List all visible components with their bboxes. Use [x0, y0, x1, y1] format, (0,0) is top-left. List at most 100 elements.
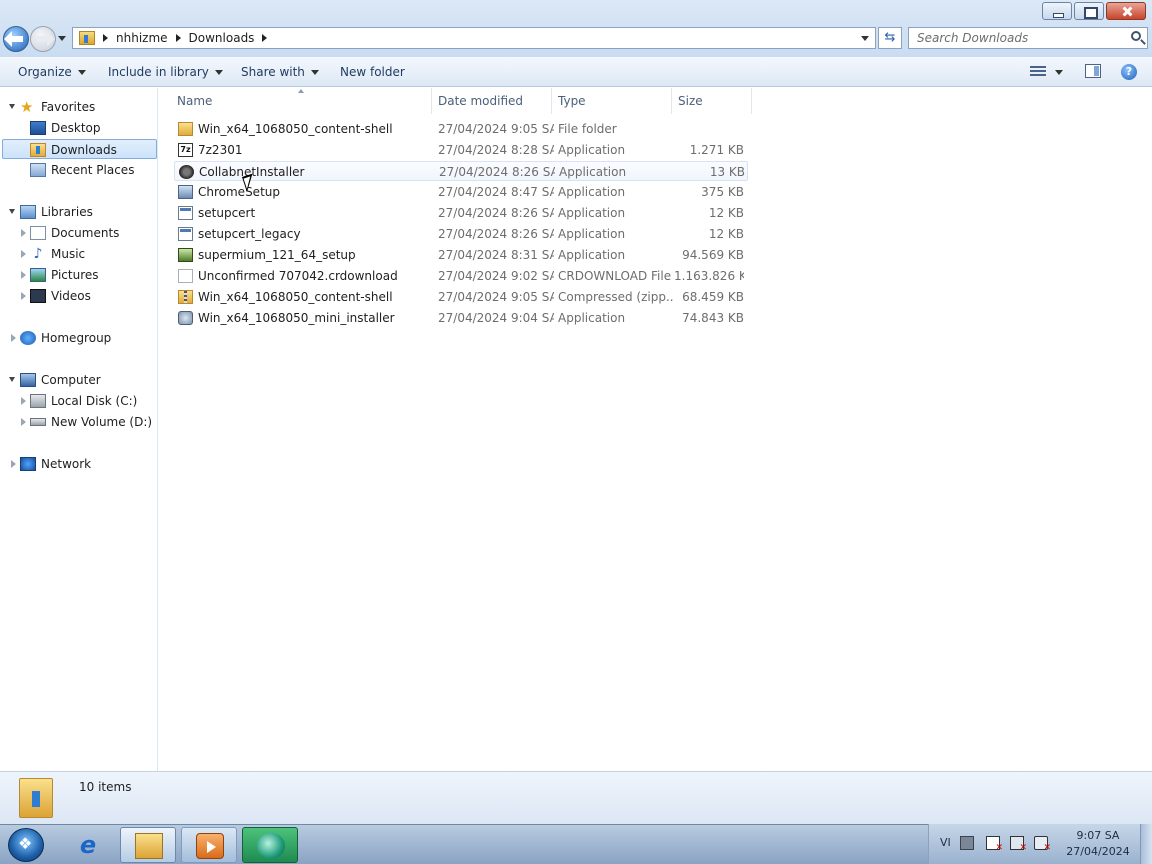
file-date: 27/04/2024 8:26 SA — [439, 165, 555, 179]
nav-pictures[interactable]: Pictures — [30, 265, 150, 285]
expand-music-icon[interactable] — [21, 250, 26, 258]
blank-file-icon — [178, 269, 193, 283]
nav-new-volume[interactable]: New Volume (D:) — [30, 412, 155, 432]
change-view-icon[interactable] — [1030, 66, 1046, 78]
nav-network[interactable]: Network — [20, 454, 150, 474]
file-size: 375 KB — [701, 185, 744, 199]
expand-pictures-icon[interactable] — [21, 271, 26, 279]
breadcrumb-chevron-icon[interactable] — [262, 34, 268, 42]
file-date: 27/04/2024 8:47 SA — [438, 185, 554, 199]
organize-button[interactable]: Organize — [18, 65, 86, 79]
chevron-down-icon — [77, 70, 86, 75]
breadcrumb-chevron-icon[interactable] — [103, 34, 108, 42]
taskbar-windows-explorer[interactable] — [120, 827, 176, 863]
expand-libraries-icon[interactable] — [9, 209, 15, 214]
network-status-icon[interactable] — [1010, 836, 1027, 853]
column-header-name[interactable]: Name — [159, 88, 432, 114]
volume-muted-icon[interactable] — [1034, 836, 1051, 853]
file-row[interactable]: setupcert 27/04/2024 8:26 SA Application… — [174, 203, 748, 223]
windows-explorer-icon — [135, 833, 163, 859]
file-row[interactable]: Win_x64_1068050_mini_installer 27/04/202… — [174, 308, 748, 328]
file-type: Application — [558, 206, 626, 220]
preview-pane-icon[interactable] — [1085, 64, 1101, 78]
column-size-label: Size — [678, 94, 703, 108]
folder-icon — [178, 122, 193, 136]
internet-explorer-icon: e — [79, 831, 97, 859]
share-with-button[interactable]: Share with — [241, 65, 319, 79]
new-folder-button[interactable]: New folder — [340, 65, 405, 79]
address-dropdown-icon[interactable] — [861, 36, 869, 41]
expand-computer-icon[interactable] — [9, 377, 15, 382]
breadcrumb-downloads[interactable]: Downloads — [189, 31, 255, 45]
nav-homegroup[interactable]: Homegroup — [20, 328, 150, 348]
breadcrumb-chevron-icon[interactable] — [175, 34, 181, 42]
file-row[interactable]: CollabnetInstaller 27/04/2024 8:26 SA Ap… — [174, 161, 748, 181]
search-icon[interactable] — [1131, 31, 1141, 41]
column-header-size[interactable]: Size — [672, 88, 752, 114]
column-header-type[interactable]: Type — [552, 88, 672, 114]
forward-button[interactable] — [30, 26, 56, 52]
show-desktop-button[interactable] — [1140, 824, 1152, 864]
nav-local-disk[interactable]: Local Disk (C:) — [30, 391, 155, 411]
nav-desktop[interactable]: Desktop — [30, 118, 150, 138]
taskbar-internet-explorer[interactable]: e — [60, 827, 116, 863]
expand-new-volume-icon[interactable] — [21, 418, 26, 426]
nav-favorites[interactable]: ★ Favorites — [20, 97, 150, 117]
nav-music[interactable]: ♪ Music — [30, 244, 150, 264]
nav-videos[interactable]: Videos — [30, 286, 150, 306]
nav-computer[interactable]: Computer — [20, 370, 150, 390]
file-name: CollabnetInstaller — [199, 165, 305, 179]
column-header-date-modified[interactable]: Date modified — [432, 88, 552, 114]
expand-homegroup-icon[interactable] — [11, 334, 16, 342]
recent-pages-dropdown[interactable] — [58, 36, 66, 41]
refresh-button[interactable]: ⇆ — [878, 27, 902, 49]
expand-local-disk-icon[interactable] — [21, 397, 26, 405]
setup-icon — [178, 185, 193, 199]
nav-computer-label: Computer — [41, 373, 101, 387]
file-type: File folder — [558, 122, 617, 136]
file-row[interactable]: ChromeSetup 27/04/2024 8:47 SA Applicati… — [174, 182, 748, 202]
search-box[interactable] — [908, 27, 1148, 49]
file-date: 27/04/2024 9:02 SA — [438, 269, 554, 283]
file-type: Application — [559, 165, 627, 179]
file-size: 94.569 KB — [682, 248, 744, 262]
nav-libraries[interactable]: Libraries — [20, 202, 150, 222]
file-row[interactable]: setupcert_legacy 27/04/2024 8:26 SA Appl… — [174, 224, 748, 244]
file-row[interactable]: Win_x64_1068050_content-shell 27/04/2024… — [174, 287, 748, 307]
hard-disk-icon — [30, 394, 46, 408]
view-options-dropdown[interactable] — [1055, 70, 1063, 75]
include-in-library-button[interactable]: Include in library — [108, 65, 223, 79]
expand-network-icon[interactable] — [11, 460, 16, 468]
breadcrumb-user[interactable]: nhhizme — [116, 31, 168, 45]
address-bar[interactable]: nhhizme Downloads — [72, 27, 876, 49]
taskbar-media-player[interactable] — [181, 827, 237, 863]
start-button[interactable] — [8, 828, 44, 862]
file-list[interactable]: Name Date modified Type Size Win_x64_106… — [159, 88, 1152, 771]
expand-videos-icon[interactable] — [21, 292, 26, 300]
nav-downloads[interactable]: Downloads — [2, 139, 157, 159]
file-row[interactable]: Win_x64_1068050_content-shell 27/04/2024… — [174, 119, 748, 139]
language-indicator[interactable]: VI — [940, 836, 951, 849]
file-row[interactable]: Unconfirmed 707042.crdownload 27/04/2024… — [174, 266, 748, 286]
expand-favorites-icon[interactable] — [9, 104, 15, 109]
maximize-button[interactable] — [1074, 2, 1104, 20]
videos-icon — [30, 289, 46, 303]
close-button[interactable] — [1106, 2, 1146, 20]
nav-recent-places[interactable]: Recent Places — [30, 160, 150, 180]
minimize-button[interactable] — [1042, 2, 1072, 20]
file-row[interactable]: 7z 7z2301 27/04/2024 8:28 SA Application… — [174, 140, 748, 160]
keyboard-icon[interactable] — [960, 836, 974, 850]
navigation-pane[interactable]: ★ Favorites Desktop Downloads Recent Pla… — [0, 88, 158, 771]
back-button[interactable] — [3, 26, 29, 52]
nav-documents[interactable]: Documents — [30, 223, 150, 243]
file-row[interactable]: supermium_121_64_setup 27/04/2024 8:31 S… — [174, 245, 748, 265]
nav-pictures-label: Pictures — [51, 268, 99, 282]
taskbar-app[interactable] — [242, 827, 298, 863]
expand-documents-icon[interactable] — [21, 229, 26, 237]
clock[interactable]: 9:07 SA 27/04/2024 — [1058, 828, 1138, 860]
search-input[interactable] — [917, 28, 1117, 48]
action-center-flag-icon[interactable] — [986, 836, 1003, 853]
file-date: 27/04/2024 8:31 SA — [438, 248, 554, 262]
help-icon[interactable]: ? — [1121, 64, 1137, 80]
application-icon — [178, 206, 193, 220]
